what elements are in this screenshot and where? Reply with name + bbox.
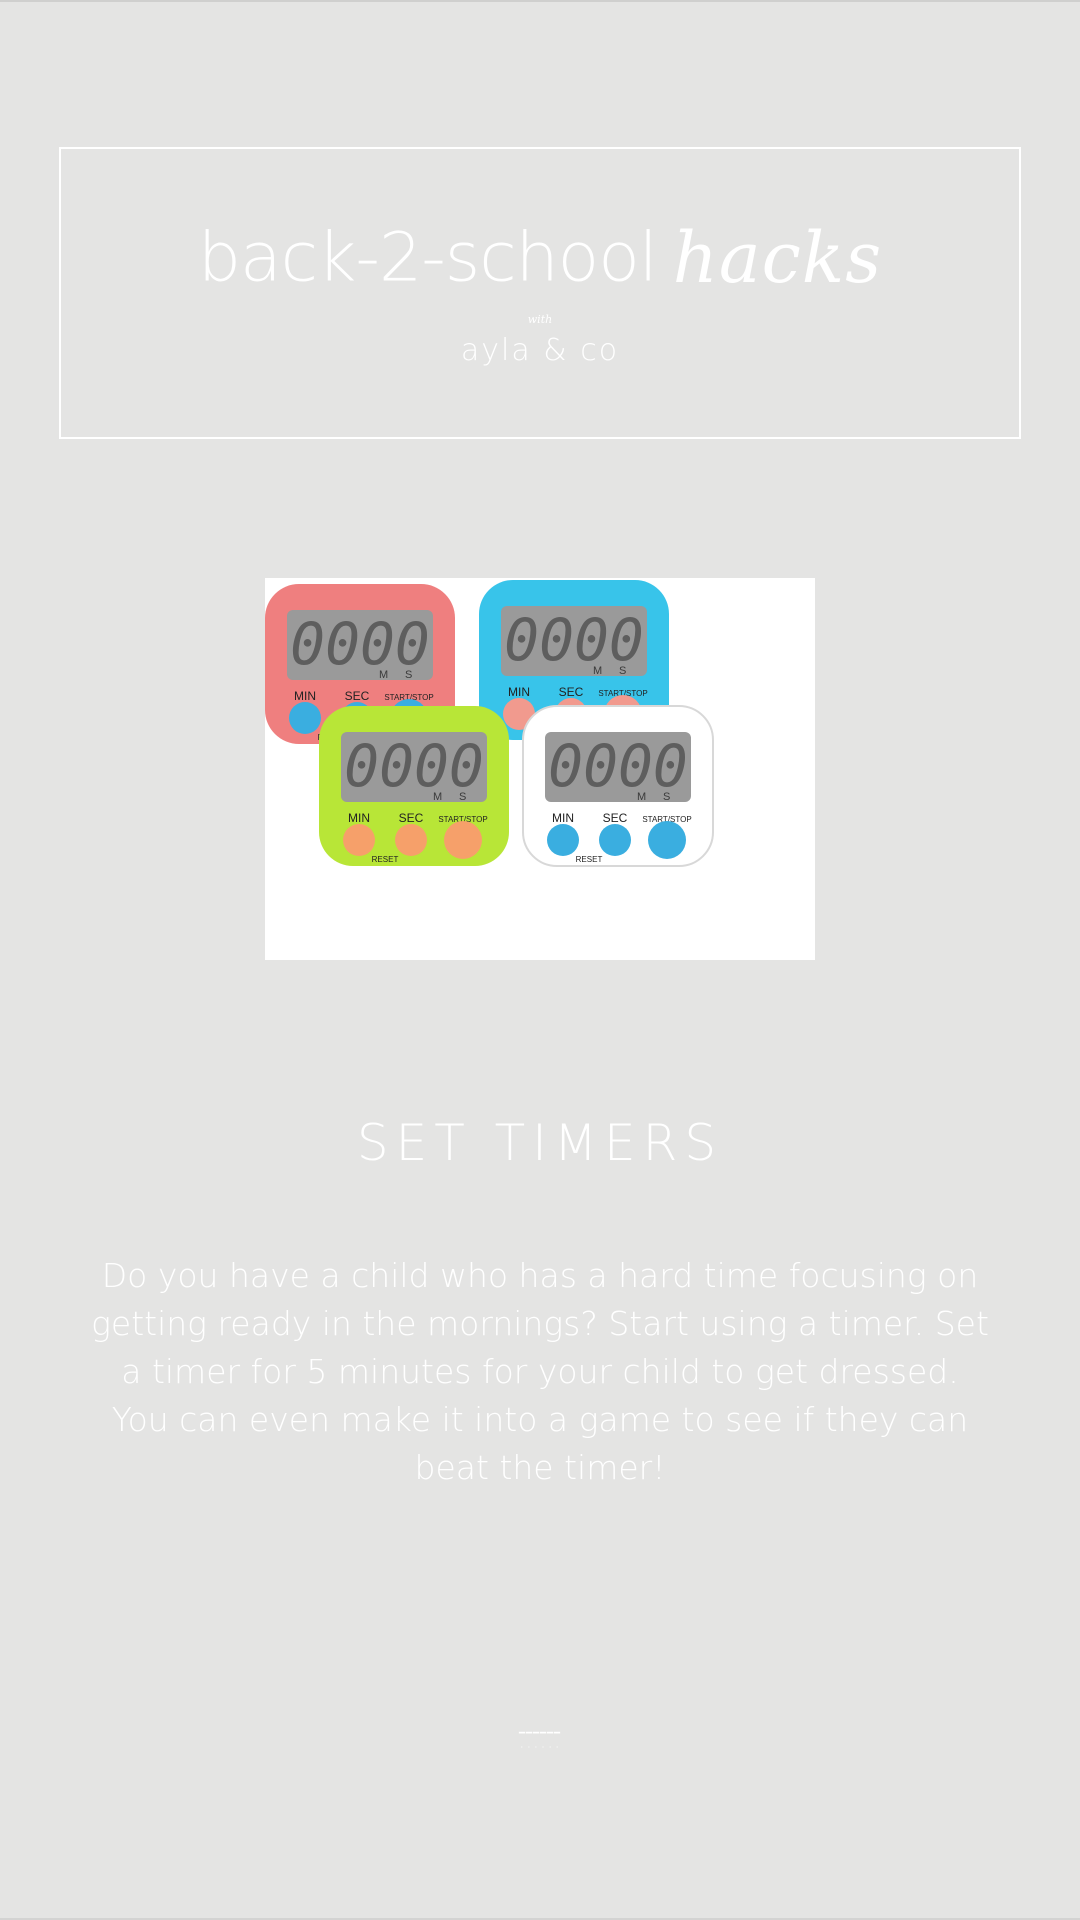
timer-label: MIN <box>552 811 574 825</box>
top-divider <box>0 0 1080 2</box>
timer-unit-m: M <box>593 665 602 677</box>
header-frame: back-2-school hacks with ayla & co <box>59 147 1021 439</box>
timer-digits: 0000 <box>344 732 484 800</box>
timer-label: SEC <box>399 811 424 825</box>
timer-reset-label: RESET <box>372 855 399 864</box>
footer-logo-mark-2: · · · · · · <box>520 1743 560 1752</box>
timer-button <box>343 824 375 856</box>
title-script: hacks <box>672 217 883 299</box>
timer-label: SEC <box>603 811 628 825</box>
timer-unit-s: S <box>405 669 412 681</box>
timer-label: SEC <box>559 685 584 699</box>
brand-name: ayla & co <box>460 333 620 368</box>
timer-unit-s: S <box>459 791 466 803</box>
footer-logo-mark-1: ━━━━━━ <box>518 1728 562 1739</box>
section-title: SET TIMERS <box>356 1114 724 1172</box>
timer-unit-m: M <box>433 791 442 803</box>
timer-label: SEC <box>345 689 370 703</box>
timer-unit-s: S <box>663 791 670 803</box>
timer-unit-s: S <box>619 665 626 677</box>
header-title: back-2-school hacks <box>61 217 1019 299</box>
timer-button <box>289 702 321 734</box>
timer-unit-m: M <box>637 791 646 803</box>
timer-button <box>648 821 686 859</box>
timer-button <box>444 821 482 859</box>
timer-reset-label: RESET <box>576 855 603 864</box>
timer-label: MIN <box>508 685 530 699</box>
timer-label: MIN <box>294 689 316 703</box>
timer-label: MIN <box>348 811 370 825</box>
timer-button <box>395 824 427 856</box>
section-body: Do you have a child who has a hard time … <box>91 1256 989 1487</box>
with-text: with <box>527 313 553 326</box>
timer-3: 0000M SMIN SEC START/STOPRESET <box>319 706 509 866</box>
timer-4: 0000M SMIN SEC START/STOPRESET <box>522 705 714 867</box>
timers-illustration: 0000MSMINSECSTART/STOPRESET0000MSMINSECS… <box>265 580 714 867</box>
timer-digits: 0000 <box>548 732 688 800</box>
title-main: back-2-school <box>197 218 658 298</box>
timers-product-image: 0000MSMINSECSTART/STOPRESET0000MSMINSECS… <box>265 578 815 960</box>
timer-unit-m: M <box>379 669 388 681</box>
timer-digits: 0000 <box>290 610 430 678</box>
timer-digits: 0000 <box>504 606 644 674</box>
timer-button <box>547 824 579 856</box>
footer-logo: ━━━━━━ · · · · · · <box>480 1728 600 1772</box>
timer-button <box>599 824 631 856</box>
